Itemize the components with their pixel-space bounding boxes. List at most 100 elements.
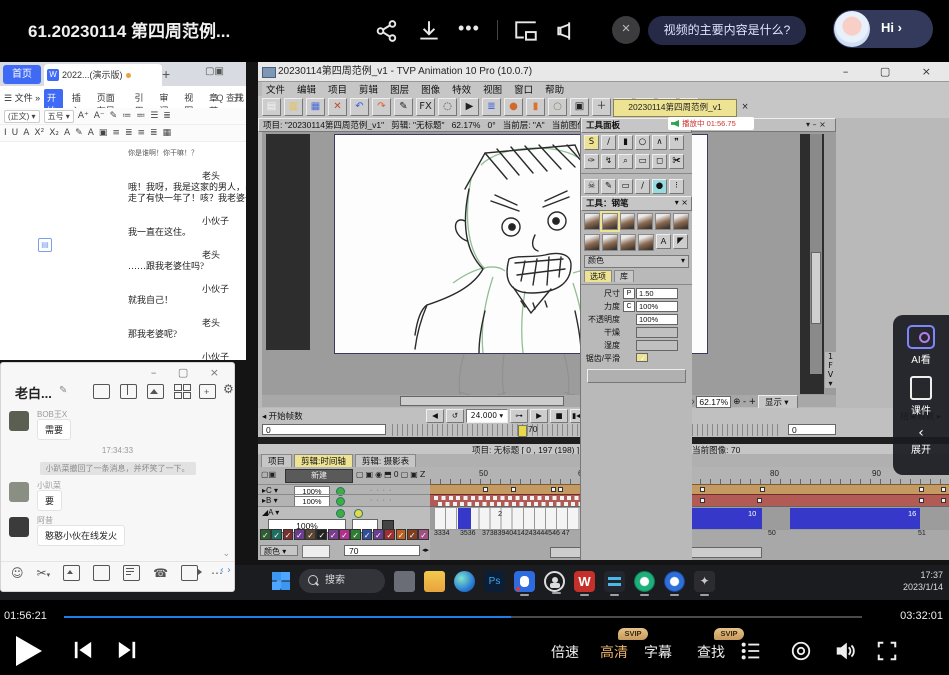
- timeline-tab-2[interactable]: 剪辑: 摄影表: [355, 454, 416, 467]
- vertical-scrollbar[interactable]: [810, 134, 822, 374]
- pen-tool-title[interactable]: 工具：钢笔▾ ×: [581, 196, 692, 211]
- tvp-title-bar[interactable]: 20230114第四周范例_v1 - TVP Animation 10 Pro …: [258, 62, 949, 82]
- new-tab-icon[interactable]: +: [162, 66, 170, 82]
- emoji-icon[interactable]: ☺: [11, 566, 24, 580]
- folder-icon[interactable]: [93, 384, 110, 399]
- keyframe[interactable]: [919, 498, 924, 503]
- tool-icon[interactable]: ▭: [635, 154, 650, 169]
- keyframe[interactable]: [551, 487, 556, 492]
- add-window-icon[interactable]: +: [199, 384, 216, 399]
- scrollbar-thumb[interactable]: [400, 396, 564, 406]
- tvp-toolbar[interactable]: ▤▥▦✕↶↷✎FX◌▶≣●▮○▣＋☻▦▥▢: [258, 96, 949, 118]
- play-button[interactable]: [16, 636, 42, 666]
- brush-preset[interactable]: [584, 234, 600, 251]
- pinned-app-icon[interactable]: ✦: [694, 571, 715, 592]
- progress-bar[interactable]: [64, 616, 862, 618]
- format-toolbar-2[interactable]: IUAX²X₂A✎A▣≡≣≡≣▦: [0, 125, 246, 142]
- transport-control-2[interactable]: 24.000 ▾: [466, 409, 508, 423]
- tvp-toolbar-icon[interactable]: ◌: [438, 98, 457, 116]
- tvp-menu-1[interactable]: 编辑: [297, 82, 316, 96]
- zoom-controls[interactable]: ↻ ◇ 62.17% ⊕ - + 显示 ▾: [678, 395, 798, 408]
- tvp-menu-3[interactable]: 剪辑: [359, 82, 378, 96]
- keyframe[interactable]: [483, 487, 488, 492]
- keyframe[interactable]: [760, 487, 765, 492]
- frame-segment[interactable]: [458, 508, 471, 529]
- tab-close-icon[interactable]: ×: [738, 100, 752, 114]
- tool-icon[interactable]: ○: [635, 135, 650, 150]
- brush-preset[interactable]: [620, 213, 636, 230]
- pointer-tool[interactable]: ◤: [673, 234, 688, 249]
- wps-icon[interactable]: W: [574, 571, 595, 592]
- color-section-bar[interactable]: 颜色▾: [584, 255, 689, 268]
- toolbar-arrows[interactable]: ‹ ›: [220, 565, 231, 576]
- chat-message-list[interactable]: BOB王X需要17:34:33小趴菜撤回了一条消息，并坏笑了一下。小趴菜要阿昔憨…: [1, 405, 234, 557]
- find-button[interactable]: 查找: [697, 642, 725, 662]
- tool-icon[interactable]: S: [584, 135, 599, 150]
- tvp-menu-bar[interactable]: 文件编辑项目剪辑图层图像特效视图窗口帮助: [262, 82, 949, 96]
- pip-icon[interactable]: [513, 18, 539, 44]
- media-app-icon[interactable]: [634, 571, 655, 592]
- format-icon[interactable]: ✎: [75, 128, 83, 138]
- tvp-window-controls[interactable]: – ▢ ×: [843, 62, 945, 82]
- tool-icon[interactable]: ✎: [601, 179, 616, 194]
- color-check[interactable]: ✓: [418, 529, 429, 540]
- timeline-tab-0[interactable]: 项目: [261, 454, 292, 467]
- speed-button[interactable]: 倍速: [551, 642, 579, 662]
- frame-spinners[interactable]: ◂▸: [422, 546, 429, 554]
- frame-cursor[interactable]: [518, 425, 527, 437]
- param-badge[interactable]: C: [623, 301, 635, 312]
- tool-icon[interactable]: ❞: [669, 135, 684, 150]
- format-icon[interactable]: A: [23, 128, 29, 138]
- color-check[interactable]: ✓: [407, 529, 418, 540]
- color-check[interactable]: ✓: [283, 529, 294, 540]
- reset-button[interactable]: [587, 369, 686, 383]
- color-check-row[interactable]: ✓✓✓✓✓✓✓✓✓✓✓✓✓✓✓: [260, 529, 429, 541]
- layer-toggle-icons[interactable]: ▢▣◉⬒0▢▣Z: [356, 470, 427, 479]
- format-icon[interactable]: ▦: [163, 128, 172, 138]
- wps-document-tab[interactable]: W 2022...(演示版): [44, 64, 162, 86]
- format-icon[interactable]: ≡: [137, 128, 145, 138]
- tvp-toolbar-icon[interactable]: FX: [416, 98, 435, 116]
- share-icon[interactable]: [374, 18, 400, 44]
- param-value[interactable]: 1.50: [636, 288, 678, 299]
- quality-button[interactable]: 高清: [600, 642, 628, 662]
- grid-icon[interactable]: [174, 384, 189, 397]
- screenshot-icon[interactable]: ✂▾: [37, 566, 51, 580]
- tvpaint-icon[interactable]: [604, 571, 625, 592]
- param-value[interactable]: ✓: [636, 353, 648, 362]
- meeting-app-icon[interactable]: [544, 571, 565, 592]
- brush-preset[interactable]: [637, 213, 653, 230]
- frame-number-field[interactable]: 70: [344, 545, 420, 556]
- tvp-canvas-viewport[interactable]: 1FV▾: [262, 132, 836, 395]
- tool-icon[interactable]: ✑: [584, 154, 599, 169]
- tvp-toolbar-icon[interactable]: ▶: [460, 98, 479, 116]
- tvp-toolbar-icon[interactable]: ↶: [350, 98, 369, 116]
- browser-app-icon[interactable]: [664, 571, 685, 592]
- layer-panel-icons[interactable]: ▢▣: [261, 470, 276, 479]
- ai-watch-label[interactable]: AI看: [893, 351, 949, 366]
- tvp-toolbar-icon[interactable]: ●: [504, 98, 523, 116]
- color-check[interactable]: ✓: [362, 529, 373, 540]
- taskbar-search[interactable]: 搜索: [299, 569, 385, 593]
- chat-message[interactable]: 小趴菜要: [9, 480, 226, 511]
- collapse-chevron-icon[interactable]: ‹: [893, 425, 949, 441]
- color-check[interactable]: ✓: [384, 529, 395, 540]
- subtitle-button[interactable]: 字幕: [644, 642, 672, 662]
- tvp-toolbar-icon[interactable]: ✎: [394, 98, 413, 116]
- keyframe[interactable]: [558, 487, 563, 492]
- previous-episode-icon[interactable]: [72, 640, 94, 660]
- layer-row-b[interactable]: ▸B ▾ 100% ····: [258, 494, 430, 506]
- brush-preset[interactable]: [602, 234, 618, 251]
- tvp-toolbar-icon[interactable]: ▤: [262, 98, 281, 116]
- tvp-toolbar-icon[interactable]: ▥: [284, 98, 303, 116]
- tvp-panel-controls[interactable]: ▾ – ×: [806, 120, 826, 129]
- playlist-icon[interactable]: [740, 640, 762, 662]
- courseware-label[interactable]: 课件: [893, 402, 949, 417]
- courseware-icon[interactable]: [910, 376, 932, 400]
- format-icon[interactable]: ☰: [150, 111, 158, 121]
- format-icon[interactable]: A: [64, 128, 70, 138]
- color-check[interactable]: ✓: [350, 529, 361, 540]
- keyframe[interactable]: [919, 487, 924, 492]
- chat-message[interactable]: 阿昔憨憨小伙在线发火: [9, 515, 226, 546]
- tool-icon[interactable]: ⁝: [669, 179, 684, 194]
